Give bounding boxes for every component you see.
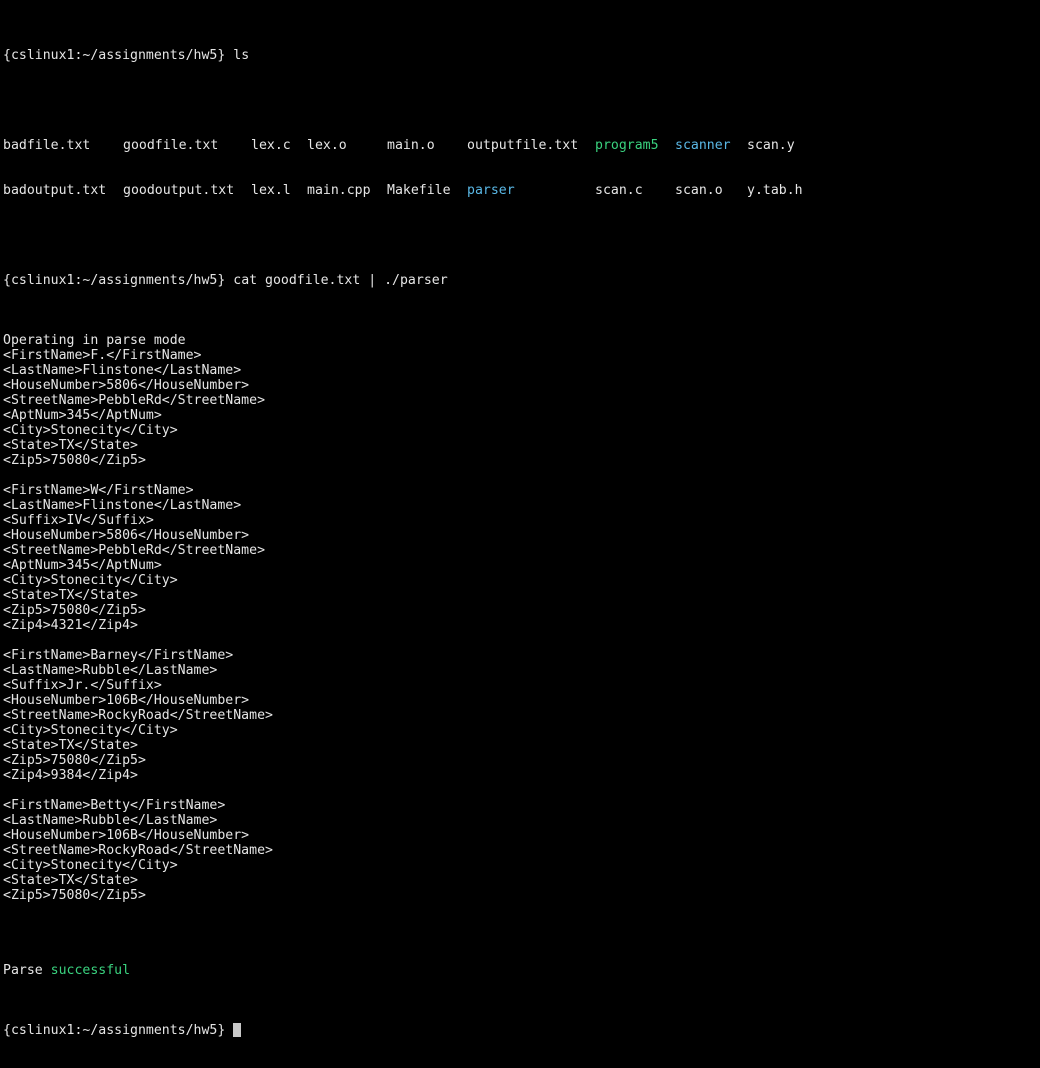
shell-prompt: {cslinux1:~/assignments/hw5}: [3, 273, 226, 288]
output-line: <Suffix>Jr.</Suffix>: [3, 678, 162, 693]
output-line: <AptNum>345</AptNum>: [3, 558, 162, 573]
command-line-current[interactable]: {cslinux1:~/assignments/hw5}: [3, 1023, 1040, 1038]
output-line: <Suffix>IV</Suffix>: [3, 513, 154, 528]
output-line: <Zip4>9384</Zip4>: [3, 768, 138, 783]
output-line: <StreetName>RockyRoad</StreetName>: [3, 843, 273, 858]
output-line: <LastName>Rubble</LastName>: [3, 813, 218, 828]
file-entry: goodoutput.txt: [123, 183, 235, 198]
file-entry: badoutput.txt: [3, 183, 107, 198]
file-entry: lex.l: [251, 183, 291, 198]
file-entry: main.o: [387, 138, 435, 153]
file-entry: scan.c: [595, 183, 643, 198]
output-line: <FirstName>W</FirstName>: [3, 483, 194, 498]
output-line: <LastName>Flinstone</LastName>: [3, 363, 242, 378]
output-line: <FirstName>F.</FirstName>: [3, 348, 202, 363]
file-entry: Makefile: [387, 183, 451, 198]
terminal-window[interactable]: {cslinux1:~/assignments/hw5} ls badfile.…: [3, 3, 1040, 1038]
output-line: <FirstName>Betty</FirstName>: [3, 798, 226, 813]
file-entry: goodfile.txt: [123, 138, 219, 153]
file-entry: main.cpp: [307, 183, 371, 198]
output-line: <HouseNumber>106B</HouseNumber>: [3, 693, 250, 708]
output-line: <Zip5>75080</Zip5>: [3, 888, 146, 903]
command-text: ls: [233, 48, 250, 63]
output-line: <State>TX</State>: [3, 873, 138, 888]
output-line: <HouseNumber>106B</HouseNumber>: [3, 828, 250, 843]
output-line: <StreetName>PebbleRd</StreetName>: [3, 543, 266, 558]
output-line: <City>Stonecity</City>: [3, 723, 178, 738]
ls-row: badfile.txt goodfile.txt lex.c lex.o mai…: [3, 138, 1040, 153]
ls-row: badoutput.txt goodoutput.txt lex.l main.…: [3, 183, 1040, 198]
status-prefix: Parse: [3, 963, 43, 978]
output-line: <HouseNumber>5806</HouseNumber>: [3, 378, 250, 393]
output-line: <City>Stonecity</City>: [3, 858, 178, 873]
output-line: <LastName>Flinstone</LastName>: [3, 498, 242, 513]
output-line: <State>TX</State>: [3, 588, 138, 603]
output-line: <HouseNumber>5806</HouseNumber>: [3, 528, 250, 543]
executable-entry: program5: [595, 138, 659, 153]
output-line: <City>Stonecity</City>: [3, 573, 178, 588]
file-entry: badfile.txt: [3, 138, 91, 153]
output-line: <AptNum>345</AptNum>: [3, 408, 162, 423]
file-entry: outputfile.txt: [467, 138, 579, 153]
output-line: <Zip5>75080</Zip5>: [3, 603, 146, 618]
output-line: <Zip4>4321</Zip4>: [3, 618, 138, 633]
file-entry: y.tab.h: [747, 183, 803, 198]
directory-entry: parser: [467, 183, 515, 198]
directory-entry: scanner: [675, 138, 731, 153]
shell-prompt: {cslinux1:~/assignments/hw5}: [3, 1023, 226, 1038]
output-line: <StreetName>RockyRoad</StreetName>: [3, 708, 273, 723]
file-entry: scan.o: [675, 183, 723, 198]
output-line: <State>TX</State>: [3, 438, 138, 453]
output-line: <FirstName>Barney</FirstName>: [3, 648, 234, 663]
file-entry: lex.o: [307, 138, 347, 153]
text-cursor: [233, 1023, 242, 1037]
output-line: <Zip5>75080</Zip5>: [3, 453, 146, 468]
output-line: <City>Stonecity</City>: [3, 423, 178, 438]
output-line: <State>TX</State>: [3, 738, 138, 753]
parser-output: Operating in parse mode <FirstName>F.</Fi…: [3, 333, 1040, 918]
output-line: <StreetName>PebbleRd</StreetName>: [3, 393, 266, 408]
output-line: <Zip5>75080</Zip5>: [3, 753, 146, 768]
output-line: Operating in parse mode: [3, 333, 186, 348]
ls-output: badfile.txt goodfile.txt lex.c lex.o mai…: [3, 108, 1040, 228]
command-line-ls: {cslinux1:~/assignments/hw5} ls: [3, 48, 1040, 63]
output-line: <LastName>Rubble</LastName>: [3, 663, 218, 678]
parse-status-line: Parse successful: [3, 963, 1040, 978]
status-success-word: successful: [50, 963, 131, 978]
shell-prompt: {cslinux1:~/assignments/hw5}: [3, 48, 226, 63]
command-line-parse: {cslinux1:~/assignments/hw5} cat goodfil…: [3, 273, 1040, 288]
file-entry: lex.c: [251, 138, 291, 153]
command-text: cat goodfile.txt | ./parser: [233, 273, 448, 288]
file-entry: scan.y: [747, 138, 795, 153]
